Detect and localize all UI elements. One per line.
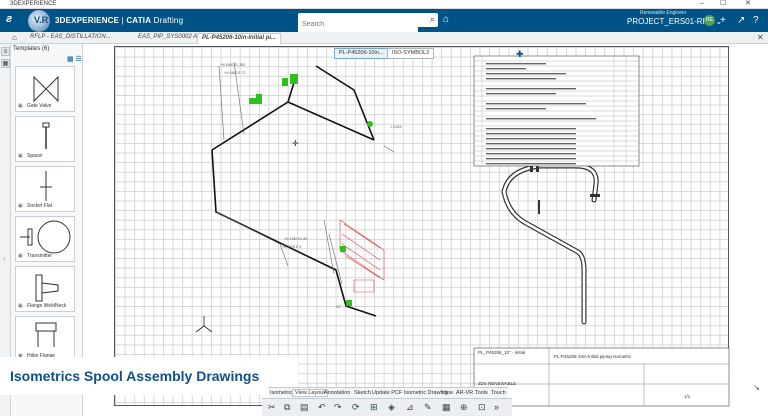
- share-icon[interactable]: ↗: [737, 15, 745, 26]
- user-name: Renewable Engineer: [640, 10, 687, 16]
- tab-view[interactable]: View: [441, 390, 453, 396]
- drawing-number: PL_P45206_10" - Initial: [478, 350, 526, 355]
- tab-touch[interactable]: Touch: [491, 390, 506, 396]
- window-title: 3DEXPERIENCE: [10, 1, 57, 7]
- tab-update-pcf[interactable]: Update PCF Isometric Drawing: [372, 390, 448, 396]
- axis-triad-icon: [195, 316, 213, 333]
- window-titlebar: 3DEXPERIENCE – ☐ ✕: [0, 0, 768, 9]
- caption-overlay: Isometrics Spool Assembly Drawings: [0, 357, 298, 395]
- tab-drawing[interactable]: PL-P45206-10in-Initial pi...: [197, 33, 282, 44]
- more-tools-icon[interactable]: »: [494, 402, 499, 412]
- undo-icon[interactable]: ↶: [318, 402, 326, 413]
- template-socket-flat[interactable]: ▣ Socket Flat: [15, 166, 75, 212]
- bom-table: [473, 55, 640, 167]
- template-type-icon: ▣: [18, 203, 23, 209]
- cut-icon[interactable]: ✂: [268, 402, 276, 413]
- view-mode-icon[interactable]: ▦ ☰: [67, 55, 82, 63]
- template-type-icon: ▣: [18, 153, 23, 159]
- company-name: 3DS RENEWABLE: [478, 381, 517, 386]
- template-label: Socket Flat: [27, 203, 53, 209]
- pipe-3d-view: [501, 163, 599, 325]
- tab-tools[interactable]: Tools: [475, 390, 488, 396]
- tab-rflp[interactable]: RFLP - EAS_DISTILLATION...: [30, 34, 111, 40]
- template-flange-weldneck[interactable]: ▣ Flange WeldNeck: [15, 266, 75, 312]
- svg-text:+S 1320 E 4: +S 1320 E 4: [282, 245, 301, 249]
- table-tool-icon[interactable]: ▦: [442, 402, 451, 413]
- template-hilpo-flange[interactable]: ▣ Hilpo Flange: [15, 316, 75, 362]
- grid-tool-icon[interactable]: ⊡: [478, 402, 486, 413]
- isometric-tool-icon[interactable]: ◈: [388, 402, 395, 413]
- search-icon[interactable]: ⌕: [430, 14, 435, 25]
- help-icon[interactable]: ?: [753, 15, 759, 26]
- ds-logo-icon: ƨ: [6, 13, 13, 25]
- view-tab-main[interactable]: PL-P45206-10in...: [334, 48, 389, 59]
- template-type-icon: ▣: [18, 103, 23, 109]
- dimension-tool-icon[interactable]: ⊿: [406, 402, 414, 413]
- pipe-fittings: [249, 74, 373, 306]
- add-icon[interactable]: +: [720, 15, 726, 26]
- template-transmitter[interactable]: ▣ Transmitter: [15, 216, 75, 262]
- search-input[interactable]: [298, 17, 418, 32]
- maximize-button[interactable]: ☐: [720, 0, 726, 8]
- app-brand: 3DEXPERIENCE | CATIA Drafting: [55, 16, 184, 25]
- template-spacer[interactable]: ▣ Spacer: [15, 116, 75, 162]
- template-label: Flange WeldNeck: [27, 303, 67, 309]
- text-tool-icon[interactable]: ✎: [424, 402, 432, 413]
- svg-text:+N 1250 EL 80: +N 1250 EL 80: [284, 237, 307, 241]
- collapse-icon[interactable]: ‹: [3, 254, 6, 263]
- add-view-icon[interactable]: ✚: [516, 49, 524, 60]
- action-bar-tabs: Isometrics View Layout Annotation Sketch…: [268, 387, 508, 398]
- template-label: Spacer: [27, 153, 43, 159]
- app-topbar: ƨ V.R 3DEXPERIENCE | CATIA Drafting ⌕ ⌂ …: [0, 9, 768, 32]
- redo-icon[interactable]: ↷: [334, 402, 342, 413]
- template-type-icon: ▣: [18, 253, 23, 259]
- update-icon[interactable]: ⟳: [352, 402, 360, 413]
- close-window-button[interactable]: ✕: [745, 0, 751, 8]
- paste-icon[interactable]: ▤: [300, 402, 309, 413]
- svg-text:1 CATA: 1 CATA: [390, 125, 402, 129]
- cursor-crosshair-icon: ✛: [292, 139, 299, 148]
- symbol-tool-icon[interactable]: ⊕: [460, 402, 468, 413]
- caption-text: Isometrics Spool Assembly Drawings: [10, 368, 260, 384]
- tab-annotation[interactable]: Annotation: [324, 390, 350, 396]
- svg-text:3C": 3C": [336, 305, 342, 309]
- annotation-text: +N 4500 EL 350 +N 4500 E 72 +N 1250 EL 8…: [220, 63, 402, 309]
- home-icon[interactable]: ⌂: [12, 33, 17, 42]
- dimension-lines: [215, 61, 395, 285]
- template-gate-valve[interactable]: ▣ Gate Valve: [15, 66, 75, 112]
- drawing-title: PL-P45206-10in-Initial piping Isometric: [554, 354, 632, 359]
- catalog-icon[interactable]: ▦: [1, 59, 10, 68]
- action-toolbar: ✂ ⧉ ▤ ↶ ↷ ⟳ ⊞ ◈ ⊿ ✎ ▦ ⊕ ⊡ »: [262, 398, 512, 416]
- hatch-zone: [339, 219, 385, 293]
- svg-text:+N 4500 EL 350: +N 4500 EL 350: [220, 63, 245, 67]
- template-label: Gate Valve: [27, 103, 52, 109]
- tab-view-layout[interactable]: View Layout: [292, 389, 328, 397]
- template-label: Transmitter: [27, 253, 53, 259]
- svg-text:+N 4500 E 72: +N 4500 E 72: [224, 71, 246, 75]
- tab-sketch[interactable]: Sketch: [354, 390, 371, 396]
- template-type-icon: ▣: [18, 303, 23, 309]
- document-tabbar: ⌂ RFLP - EAS_DISTILLATION... EAS_PIP_SYS…: [0, 32, 768, 44]
- spacer-icon: [42, 122, 50, 149]
- pipe-route: [211, 65, 377, 317]
- minimize-button[interactable]: –: [700, 0, 704, 8]
- avatar[interactable]: RE: [704, 15, 715, 26]
- search-box[interactable]: ⌕: [298, 13, 438, 32]
- close-tab-icon[interactable]: ✕: [757, 33, 764, 42]
- compass-icon[interactable]: V.R: [28, 10, 50, 32]
- tag-icon[interactable]: ⌂: [443, 14, 449, 25]
- tree-icon[interactable]: ≡: [1, 47, 10, 56]
- tab-pip-sys[interactable]: EAS_PIP_SYS0002 A.1: [138, 34, 202, 40]
- view-tab-iso-symbol[interactable]: ISO-SYMBOL2: [387, 48, 435, 59]
- resize-corner-icon[interactable]: ↘: [753, 383, 760, 392]
- tab-ar-vr[interactable]: AR-VR: [456, 390, 473, 396]
- measure-icon[interactable]: ⊞: [370, 402, 378, 413]
- copy-icon[interactable]: ⧉: [284, 402, 290, 413]
- panel-header: Templates (6): [13, 46, 50, 52]
- sheet-number: 1/1: [684, 394, 691, 399]
